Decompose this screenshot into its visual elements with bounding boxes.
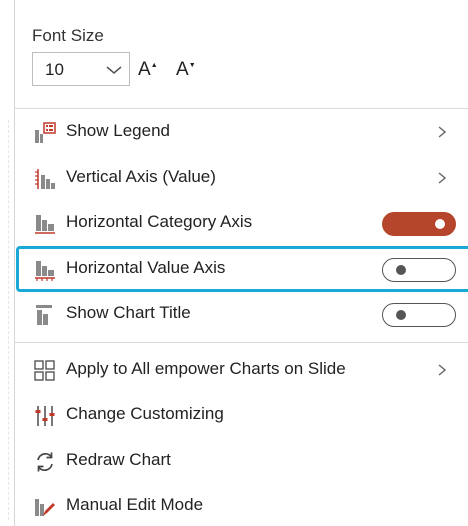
horizontal-category-axis-toggle[interactable] xyxy=(382,212,456,236)
increase-font-size-button[interactable]: A ▲ xyxy=(138,58,158,82)
font-size-value: 10 xyxy=(45,60,64,79)
menu-item-vertical-axis[interactable]: Vertical Axis (Value) xyxy=(30,158,468,198)
arrow-down-icon: ▼ xyxy=(188,62,196,69)
vertical-axis-label: Vertical Axis (Value) xyxy=(66,167,216,186)
change-customizing-label: Change Customizing xyxy=(66,404,224,423)
divider xyxy=(15,342,468,343)
increase-font-label: A xyxy=(138,59,151,80)
toggle-knob xyxy=(435,219,445,229)
chevron-right-icon xyxy=(438,364,446,376)
selection-highlight xyxy=(16,246,468,292)
chart-title-icon xyxy=(36,305,52,325)
menu-item-show-chart-title[interactable]: Show Chart Title xyxy=(30,294,468,334)
show-legend-label: Show Legend xyxy=(66,121,170,140)
menu-item-horizontal-category-axis[interactable]: Horizontal Category Axis xyxy=(30,203,468,243)
decrease-font-size-button[interactable]: A ▼ xyxy=(176,58,196,82)
redraw-chart-label: Redraw Chart xyxy=(66,450,171,469)
apply-all-label: Apply to All empower Charts on Slide xyxy=(66,359,346,378)
menu-item-show-legend[interactable]: Show Legend xyxy=(30,112,468,152)
sliders-icon xyxy=(35,406,55,426)
background-divider xyxy=(8,120,10,520)
menu-item-redraw-chart[interactable]: Redraw Chart xyxy=(30,441,468,481)
legend-icon xyxy=(35,122,56,143)
divider xyxy=(15,108,468,109)
chevron-down-icon xyxy=(106,66,122,74)
chevron-right-icon xyxy=(438,172,446,184)
horizontal-axis-icon xyxy=(35,215,55,234)
arrow-up-icon: ▲ xyxy=(150,62,158,69)
chevron-right-icon xyxy=(438,126,446,138)
menu-item-apply-all[interactable]: Apply to All empower Charts on Slide xyxy=(30,350,468,390)
menu-item-change-customizing[interactable]: Change Customizing xyxy=(30,395,468,435)
vertical-axis-icon xyxy=(35,169,55,189)
toggle-knob xyxy=(396,310,406,320)
decrease-font-label: A xyxy=(176,59,189,80)
edit-chart-icon xyxy=(35,499,55,516)
menu-item-manual-edit-mode[interactable]: Manual Edit Mode xyxy=(30,486,468,526)
horizontal-category-axis-label: Horizontal Category Axis xyxy=(66,212,253,231)
font-size-dropdown[interactable]: 10 xyxy=(32,52,130,86)
grid-icon xyxy=(34,360,55,381)
refresh-icon xyxy=(37,452,53,472)
font-size-label: Font Size xyxy=(32,26,104,45)
show-chart-title-label: Show Chart Title xyxy=(66,303,191,322)
manual-edit-label: Manual Edit Mode xyxy=(66,495,204,514)
show-chart-title-toggle[interactable] xyxy=(382,303,456,327)
